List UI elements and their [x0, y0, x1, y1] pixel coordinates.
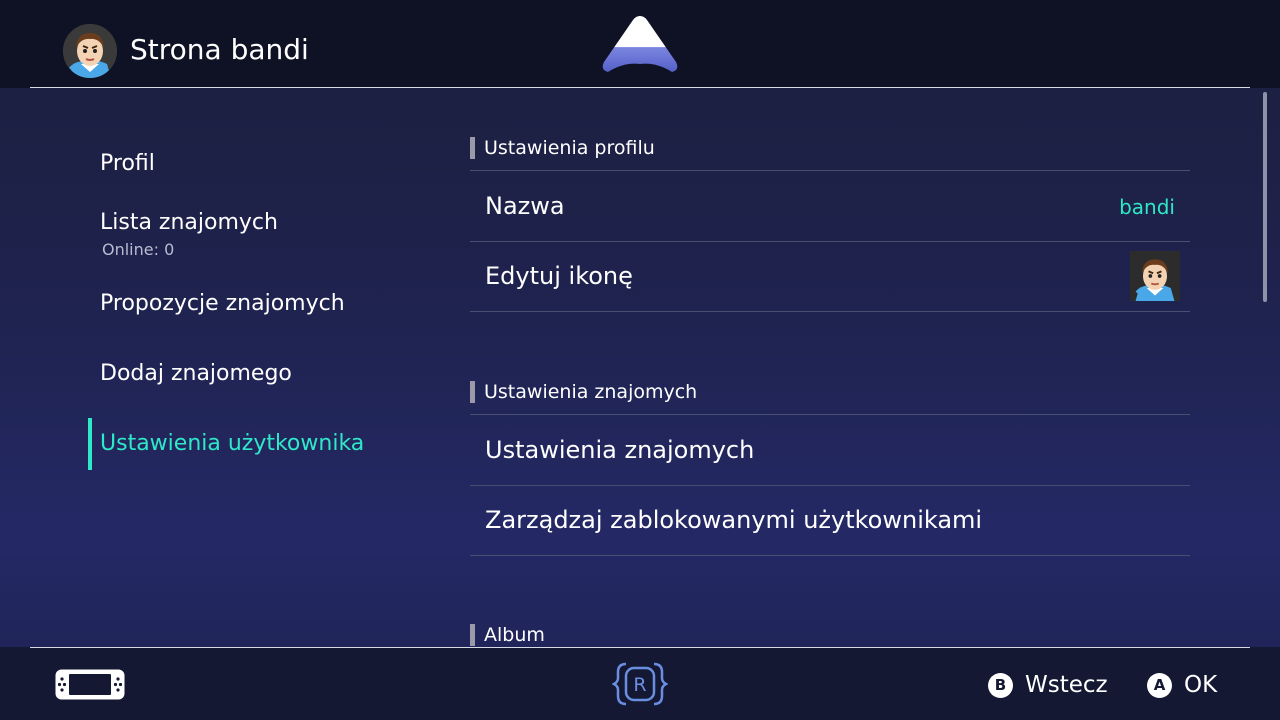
ok-button-label: OK	[1184, 672, 1218, 698]
setting-label-friend-settings: Ustawienia znajomych	[485, 436, 755, 464]
handheld-console-icon	[55, 669, 125, 700]
header-divider	[30, 87, 1250, 88]
setting-row-blocked-users[interactable]: Zarządzaj zablokowanymi użytkownikami	[470, 485, 1190, 556]
back-button[interactable]: B Wstecz	[988, 668, 1108, 702]
setting-label-name: Nazwa	[485, 192, 565, 220]
sidebar-item-friend-suggestions[interactable]: Propozycje znajomych	[100, 289, 345, 319]
back-button-label: Wstecz	[1025, 672, 1108, 698]
ok-button[interactable]: A OK	[1147, 668, 1217, 702]
sidebar-item-friend-list[interactable]: Lista znajomych	[100, 208, 278, 238]
footer-divider	[30, 647, 1250, 648]
setting-row-name[interactable]: Nazwa bandi	[470, 170, 1190, 242]
mii-avatar-icon	[1130, 251, 1180, 301]
active-item-indicator	[88, 418, 92, 470]
r-button-icon: R	[611, 660, 669, 708]
section-title-album: Album	[470, 624, 545, 646]
sidebar-online-count: Online: 0	[102, 240, 175, 259]
mii-avatar-icon[interactable]	[63, 24, 117, 78]
setting-row-edit-icon[interactable]: Edytuj ikonę	[470, 241, 1190, 312]
section-title-profile-settings: Ustawienia profilu	[470, 137, 655, 159]
sidebar-item-user-settings[interactable]: Ustawienia użytkownika	[100, 429, 364, 459]
sidebar-item-profile[interactable]: Profil	[100, 149, 155, 179]
setting-row-friend-settings[interactable]: Ustawienia znajomych	[470, 414, 1190, 486]
a-button-icon: A	[1147, 672, 1172, 698]
sidebar-item-add-friend[interactable]: Dodaj znajomego	[100, 359, 292, 389]
r-button-letter: R	[633, 674, 646, 696]
b-button-icon: B	[988, 672, 1013, 698]
scrollbar[interactable]	[1263, 92, 1267, 302]
setting-value-name: bandi	[1119, 195, 1175, 219]
section-title-friend-settings: Ustawienia znajomych	[470, 381, 697, 403]
app-logo-icon	[600, 14, 680, 76]
setting-label-edit-icon: Edytuj ikonę	[485, 262, 633, 290]
page-title: Strona bandi	[130, 33, 309, 66]
setting-label-blocked-users: Zarządzaj zablokowanymi użytkownikami	[485, 506, 983, 534]
